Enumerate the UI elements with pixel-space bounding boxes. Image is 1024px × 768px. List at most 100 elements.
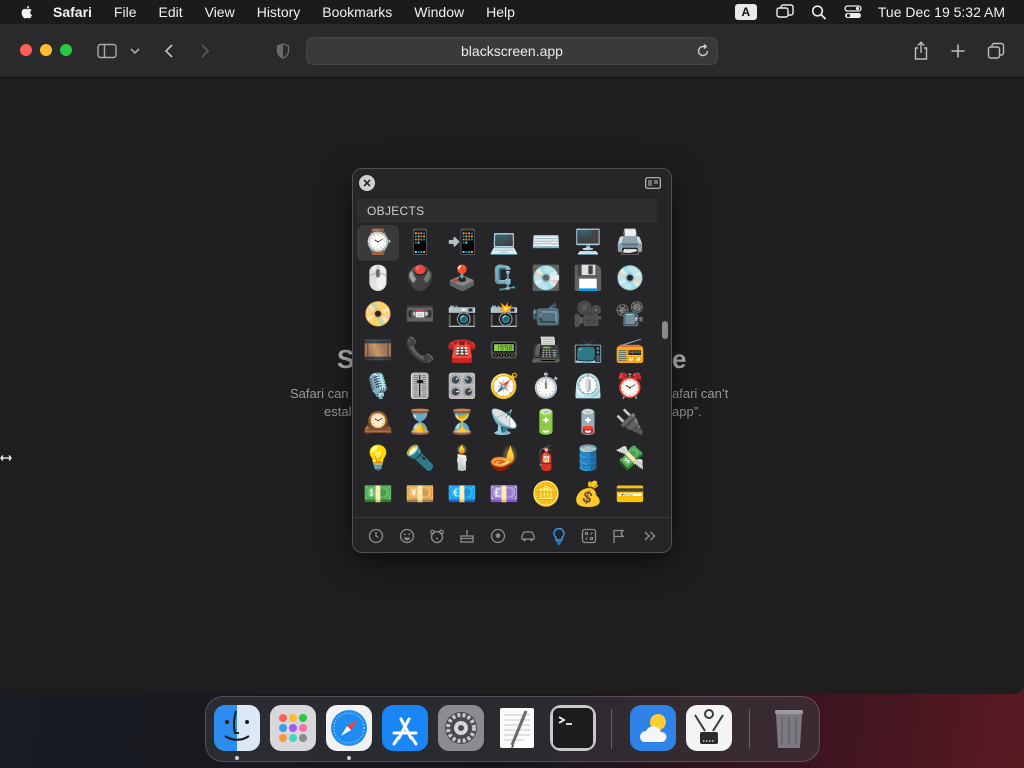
input-source-indicator[interactable]: A: [734, 4, 757, 20]
category-more-button[interactable]: [639, 525, 661, 547]
category-objects[interactable]: [548, 525, 570, 547]
emoji-cell[interactable]: 📟: [483, 333, 525, 369]
address-bar[interactable]: blackscreen.app: [306, 37, 718, 65]
emoji-cell[interactable]: 🔦: [399, 441, 441, 477]
apple-menu-icon[interactable]: [19, 4, 35, 20]
emoji-cell[interactable]: 🪙: [525, 477, 567, 511]
control-center-icon[interactable]: [844, 4, 862, 20]
window-minimize-button[interactable]: [40, 44, 52, 56]
forward-button[interactable]: [196, 40, 214, 62]
category-activity[interactable]: [487, 525, 509, 547]
window-close-button[interactable]: [20, 44, 32, 56]
share-button[interactable]: [911, 40, 931, 62]
dock-system-settings[interactable]: [438, 705, 484, 751]
screen-mirroring-icon[interactable]: [776, 4, 794, 20]
emoji-cell[interactable]: 🖥️: [567, 225, 609, 261]
sidebar-toggle-button[interactable]: [96, 40, 118, 62]
category-frequently-used[interactable]: [365, 525, 387, 547]
emoji-cell[interactable]: 💶: [441, 477, 483, 511]
emoji-cell[interactable]: ⏱️: [525, 369, 567, 405]
emoji-cell[interactable]: 📸: [483, 297, 525, 333]
emoji-cell[interactable]: 🪫: [567, 405, 609, 441]
emoji-cell[interactable]: 🧭: [483, 369, 525, 405]
category-travel[interactable]: [517, 525, 539, 547]
privacy-report-button[interactable]: [274, 40, 292, 62]
menu-help[interactable]: Help: [475, 0, 526, 24]
emoji-cell[interactable]: ⌨️: [525, 225, 567, 261]
emoji-cell[interactable]: 💽: [525, 261, 567, 297]
emoji-cell[interactable]: 💵: [357, 477, 399, 511]
emoji-cell[interactable]: 📺: [567, 333, 609, 369]
emoji-cell[interactable]: 💰: [567, 477, 609, 511]
emoji-cell[interactable]: 💾: [567, 261, 609, 297]
emoji-cell[interactable]: 🛢️: [567, 441, 609, 477]
category-animals[interactable]: [426, 525, 448, 547]
dock-safari[interactable]: [326, 705, 372, 751]
emoji-cell[interactable]: 📡: [483, 405, 525, 441]
emoji-cell[interactable]: 📹: [525, 297, 567, 333]
emoji-cell[interactable]: 🎛️: [441, 369, 483, 405]
emoji-picker-close-button[interactable]: [359, 175, 375, 191]
dock-trash[interactable]: [766, 705, 812, 751]
emoji-cell[interactable]: 📠: [525, 333, 567, 369]
emoji-cell[interactable]: 📷: [441, 297, 483, 333]
emoji-cell[interactable]: 🎥: [567, 297, 609, 333]
dock-textedit[interactable]: [494, 705, 540, 751]
new-tab-button[interactable]: [948, 40, 968, 62]
spotlight-search-icon[interactable]: [810, 4, 828, 20]
emoji-grid-scrollbar[interactable]: [662, 321, 668, 339]
menu-history[interactable]: History: [246, 0, 312, 24]
emoji-cell[interactable]: 💷: [483, 477, 525, 511]
emoji-cell[interactable]: 📼: [399, 297, 441, 333]
category-food[interactable]: [456, 525, 478, 547]
tab-overview-button[interactable]: [985, 40, 1007, 62]
category-symbols[interactable]: [578, 525, 600, 547]
window-zoom-button[interactable]: [60, 44, 72, 56]
address-bar-url[interactable]: blackscreen.app: [307, 38, 717, 64]
emoji-cell[interactable]: 🔋: [525, 405, 567, 441]
emoji-cell[interactable]: 🎞️: [357, 333, 399, 369]
category-smileys[interactable]: [396, 525, 418, 547]
menu-view[interactable]: View: [194, 0, 246, 24]
dock-app-store[interactable]: [382, 705, 428, 751]
emoji-cell[interactable]: 🎙️: [357, 369, 399, 405]
menu-edit[interactable]: Edit: [147, 0, 193, 24]
emoji-cell[interactable]: 📲: [441, 225, 483, 261]
emoji-cell[interactable]: ⌛: [399, 405, 441, 441]
emoji-cell[interactable]: 🪔: [483, 441, 525, 477]
emoji-cell[interactable]: 📱: [399, 225, 441, 261]
emoji-cell[interactable]: 🕹️: [441, 261, 483, 297]
emoji-cell[interactable]: 💡: [357, 441, 399, 477]
emoji-cell[interactable]: ☎️: [441, 333, 483, 369]
dock-launchpad[interactable]: [270, 705, 316, 751]
emoji-cell[interactable]: 📻: [609, 333, 651, 369]
character-viewer-expand-icon[interactable]: [645, 177, 661, 189]
emoji-cell[interactable]: 📞: [399, 333, 441, 369]
emoji-cell[interactable]: 🖱️: [357, 261, 399, 297]
emoji-cell[interactable]: 🕰️: [357, 405, 399, 441]
emoji-cell[interactable]: 🗜️: [483, 261, 525, 297]
menu-bar-clock[interactable]: Tue Dec 19 5:32 AM: [878, 4, 1005, 20]
emoji-cell[interactable]: 💴: [399, 477, 441, 511]
emoji-cell[interactable]: 💿: [609, 261, 651, 297]
menu-app-safari[interactable]: Safari: [53, 0, 103, 24]
emoji-cell[interactable]: 🖨️: [609, 225, 651, 261]
tab-group-dropdown[interactable]: [128, 40, 142, 62]
reload-icon[interactable]: [695, 43, 711, 59]
category-flags[interactable]: [608, 525, 630, 547]
emoji-cell[interactable]: 🔌: [609, 405, 651, 441]
emoji-cell[interactable]: 📽️: [609, 297, 651, 333]
menu-bookmarks[interactable]: Bookmarks: [311, 0, 403, 24]
dock-weather[interactable]: [630, 705, 676, 751]
emoji-cell[interactable]: 🧯: [525, 441, 567, 477]
dock-finder[interactable]: [214, 705, 260, 751]
emoji-cell[interactable]: 📀: [357, 297, 399, 333]
emoji-cell[interactable]: 🕯️: [441, 441, 483, 477]
emoji-cell[interactable]: 💻: [483, 225, 525, 261]
emoji-cell[interactable]: ⏰: [609, 369, 651, 405]
emoji-cell[interactable]: ⏲️: [567, 369, 609, 405]
menu-file[interactable]: File: [103, 0, 148, 24]
emoji-cell[interactable]: 🖲️: [399, 261, 441, 297]
menu-window[interactable]: Window: [403, 0, 475, 24]
dock-terminal[interactable]: [550, 705, 596, 751]
